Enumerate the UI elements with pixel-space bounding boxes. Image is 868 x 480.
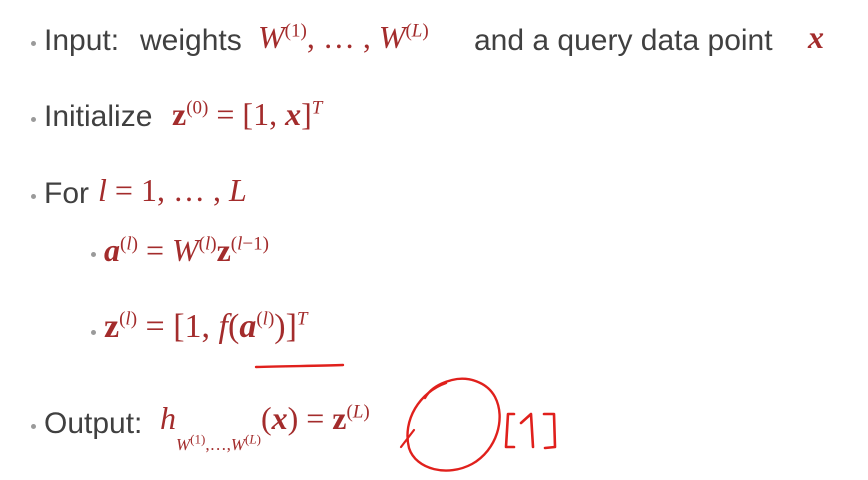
ink-circle bbox=[406, 377, 501, 472]
handwritten-annotations bbox=[254, 363, 557, 472]
ink-underline bbox=[254, 363, 345, 369]
ink-index-one bbox=[504, 412, 557, 450]
